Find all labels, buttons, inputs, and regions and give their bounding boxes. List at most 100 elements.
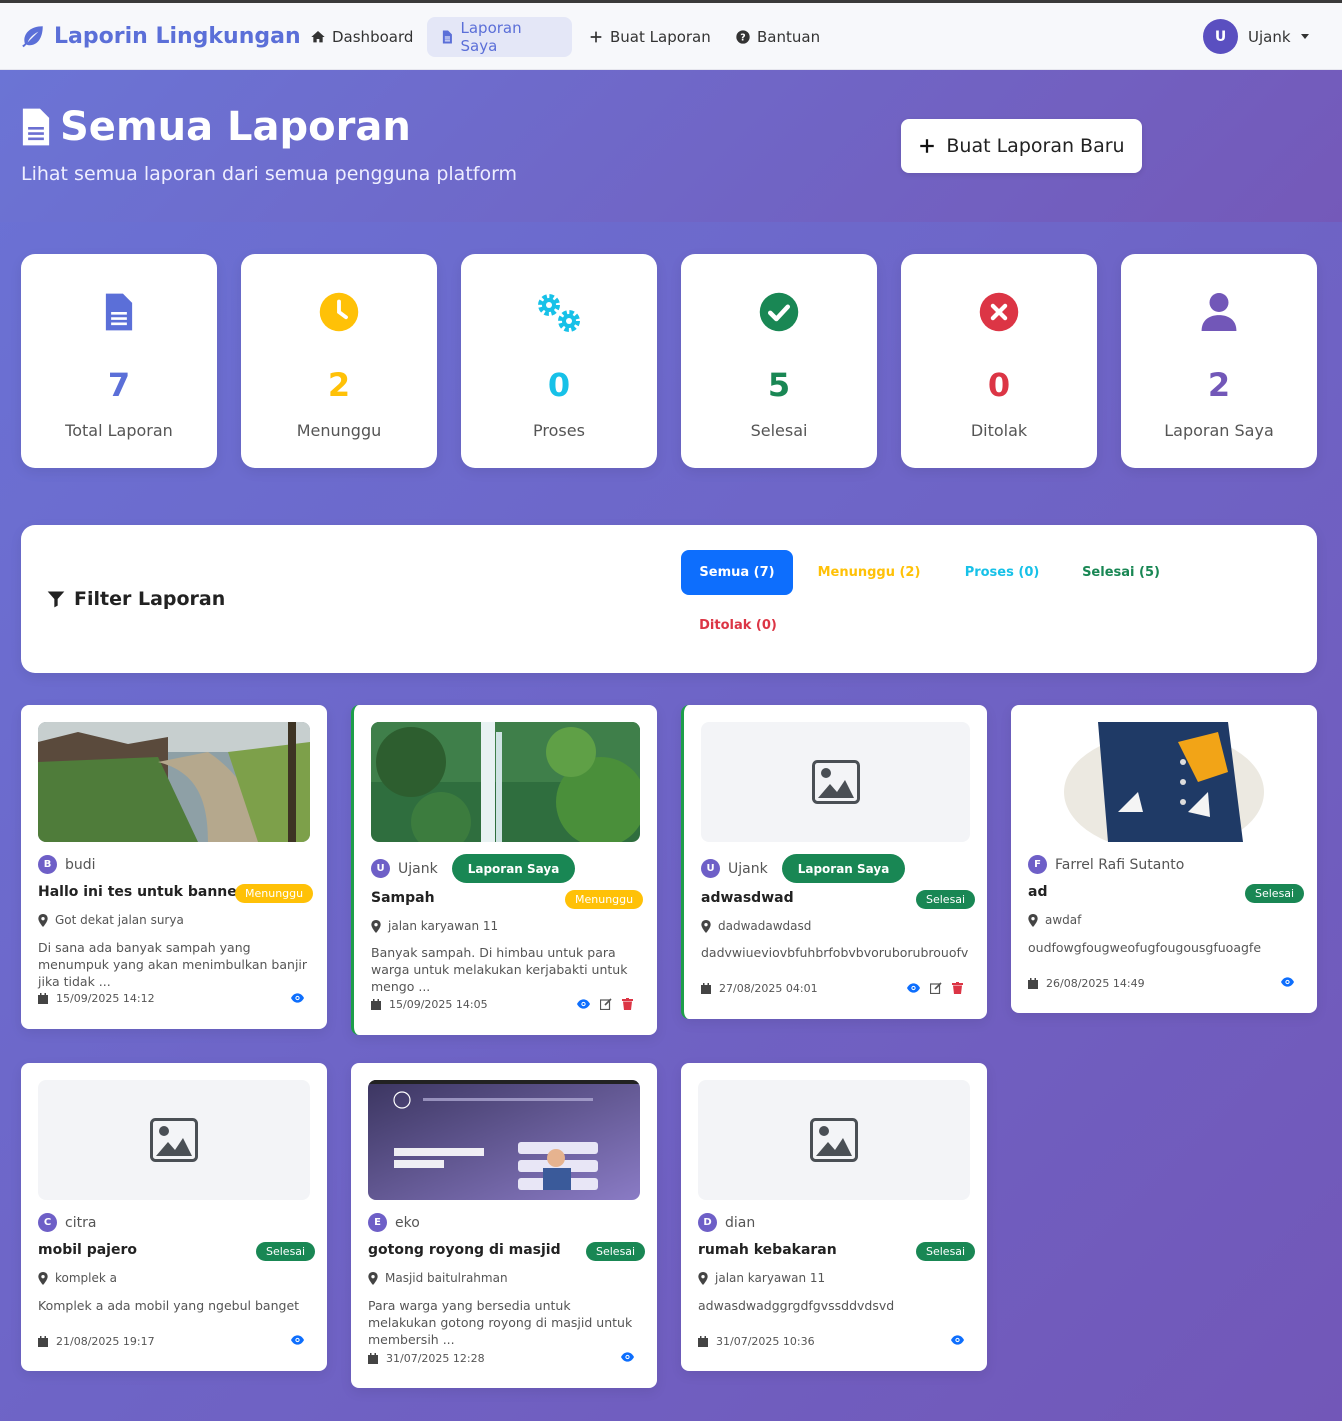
report-location: jalan karyawan 11: [371, 919, 498, 933]
filter-title: Filter Laporan: [46, 588, 225, 610]
image-placeholder-icon: [810, 1118, 858, 1162]
page-title-text: Semua Laporan: [60, 104, 411, 150]
report-actions: [291, 1335, 304, 1345]
map-pin-icon: [38, 1271, 48, 1285]
eye-icon[interactable]: [291, 1335, 304, 1345]
map-pin-icon: [1028, 913, 1038, 927]
report-description: Para warga yang bersedia untuk melakukan…: [368, 1298, 633, 1347]
filter-selesai[interactable]: Selesai (5): [1061, 550, 1181, 595]
home-icon: [311, 31, 325, 43]
report-card[interactable]: D dian rumah kebakaran Selesai jalan kar…: [681, 1063, 987, 1371]
report-card[interactable]: E eko gotong royong di masjid Selesai Ma…: [351, 1063, 657, 1388]
map-pin-icon: [698, 1271, 708, 1285]
date-text: 15/09/2025 14:05: [389, 998, 488, 1011]
eye-icon[interactable]: [577, 999, 590, 1009]
stat-proses-value: 0: [547, 366, 571, 404]
filter-ditolak[interactable]: Ditolak (0): [681, 603, 795, 648]
file-icon: [105, 293, 133, 331]
report-image: [701, 722, 970, 842]
report-description: dadvwiueviovbfuhbrfobvbvoruborubrouofv: [701, 945, 969, 960]
user-menu[interactable]: U Ujank: [1203, 19, 1309, 54]
eye-icon[interactable]: [291, 993, 304, 1003]
brand[interactable]: Laporin Lingkungan: [20, 23, 301, 49]
author-name: citra: [65, 1214, 97, 1231]
mine-badge: Laporan Saya: [781, 854, 906, 883]
clock-icon: [319, 292, 359, 332]
report-card[interactable]: C citra mobil pajero Selesai komplek a K…: [21, 1063, 327, 1371]
report-date: 15/09/2025 14:12: [38, 992, 155, 1005]
calendar-icon: [701, 983, 711, 994]
status-badge: Selesai: [1245, 884, 1305, 903]
eye-icon[interactable]: [907, 983, 920, 993]
report-title: Sampah: [371, 890, 435, 906]
report-actions: [907, 982, 963, 994]
file-icon: [442, 30, 452, 44]
create-report-label: Buat Laporan Baru: [946, 135, 1125, 157]
filter-menunggu[interactable]: Menunggu (2): [804, 550, 934, 595]
stat-laporan-saya-label: Laporan Saya: [1164, 421, 1274, 440]
report-actions: [1281, 977, 1294, 987]
date-text: 21/08/2025 19:17: [56, 1335, 155, 1348]
chevron-down-icon: [1300, 34, 1309, 39]
report-author: U Ujank Laporan Saya: [371, 854, 576, 883]
plus-icon: [920, 139, 935, 153]
report-date: 15/09/2025 14:05: [371, 998, 488, 1011]
map-pin-icon: [701, 919, 711, 933]
report-description: adwasdwadggrgdfgvssddvdsvd: [698, 1298, 895, 1313]
author-name: Ujank: [398, 860, 438, 877]
report-card[interactable]: U Ujank Laporan Saya Sampah Menunggu jal…: [351, 705, 657, 1035]
map-pin-icon: [371, 919, 381, 933]
create-report-button[interactable]: Buat Laporan Baru: [901, 119, 1142, 173]
nav-dashboard[interactable]: Dashboard: [298, 17, 425, 57]
author-name: dian: [725, 1214, 756, 1231]
report-date: 21/08/2025 19:17: [38, 1335, 155, 1348]
report-card[interactable]: B budi Hallo ini tes untuk banner Menung…: [21, 705, 327, 1029]
calendar-icon: [38, 993, 48, 1004]
author-avatar: C: [38, 1213, 57, 1232]
report-actions: [577, 998, 633, 1010]
status-badge: Menunggu: [565, 890, 644, 909]
report-image: [38, 722, 310, 842]
report-card[interactable]: U Ujank Laporan Saya adwasdwad Selesai d…: [681, 705, 987, 1019]
location-text: jalan karyawan 11: [715, 1271, 826, 1285]
nav-bantuan[interactable]: ? Bantuan: [723, 17, 832, 57]
location-text: awdaf: [1045, 913, 1082, 927]
page-header: Semua Laporan Lihat semua laporan dari s…: [0, 70, 1342, 222]
filter-semua[interactable]: Semua (7): [681, 550, 793, 595]
file-icon: [22, 108, 50, 146]
report-author: C citra: [38, 1213, 96, 1232]
stat-ditolak-value: 0: [987, 366, 1011, 404]
x-circle-icon: [979, 292, 1019, 332]
eye-icon[interactable]: [951, 1335, 964, 1345]
edit-icon[interactable]: [600, 998, 612, 1010]
edit-icon[interactable]: [930, 982, 942, 994]
report-image: [1028, 722, 1300, 842]
nav-laporan-saya[interactable]: Laporan Saya: [427, 17, 572, 57]
author-avatar: U: [701, 859, 720, 878]
trash-icon[interactable]: [622, 998, 633, 1010]
report-image: [371, 722, 640, 842]
report-author: U Ujank Laporan Saya: [701, 854, 906, 883]
report-location: dadwadawdasd: [701, 919, 811, 933]
calendar-icon: [698, 1336, 708, 1347]
eye-icon[interactable]: [1281, 977, 1294, 987]
report-location: komplek a: [38, 1271, 117, 1285]
trash-icon[interactable]: [952, 982, 963, 994]
page-subtitle: Lihat semua laporan dari semua pengguna …: [21, 163, 518, 185]
report-title: Hallo ini tes untuk banner: [38, 884, 244, 900]
report-title: rumah kebakaran: [698, 1242, 837, 1258]
eye-icon[interactable]: [621, 1352, 634, 1362]
nav-buat-laporan[interactable]: Buat Laporan: [576, 17, 723, 57]
author-name: Ujank: [728, 860, 768, 877]
report-date: 31/07/2025 10:36: [698, 1335, 815, 1348]
report-image: [38, 1080, 310, 1200]
report-card[interactable]: F Farrel Rafi Sutanto ad Selesai awdaf o…: [1011, 705, 1317, 1013]
report-date: 26/08/2025 14:49: [1028, 977, 1145, 990]
status-badge: Selesai: [916, 1242, 976, 1261]
filter-proses[interactable]: Proses (0): [942, 550, 1062, 595]
report-location: jalan karyawan 11: [698, 1271, 825, 1285]
filter-panel: Filter Laporan Semua (7) Menunggu (2) Pr…: [21, 525, 1317, 673]
navbar: Laporin Lingkungan Dashboard Laporan Say…: [0, 3, 1342, 70]
stat-laporan-saya: 2 Laporan Saya: [1121, 254, 1317, 468]
report-title: gotong royong di masjid: [368, 1242, 561, 1258]
